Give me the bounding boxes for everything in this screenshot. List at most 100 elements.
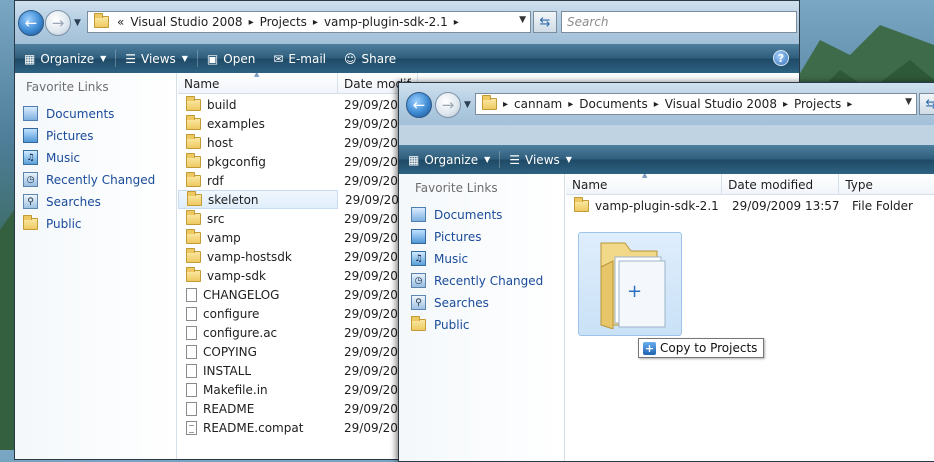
address-segment-projects[interactable]: Projects bbox=[260, 15, 307, 29]
favorite-link-music[interactable]: ♫ Music bbox=[411, 251, 468, 266]
column-header-label: Type bbox=[845, 178, 873, 192]
document-icon bbox=[186, 420, 197, 435]
pictures-icon bbox=[411, 229, 426, 244]
email-label: E-mail bbox=[288, 51, 327, 66]
search-input[interactable]: Search bbox=[561, 11, 797, 33]
file-name-cell: vamp-sdk bbox=[186, 266, 266, 283]
favorite-link-documents[interactable]: Documents bbox=[23, 106, 114, 121]
chevron-right-icon[interactable]: ▸ bbox=[783, 99, 788, 110]
file-row[interactable]: vamp 29/09/2009 bbox=[178, 228, 413, 247]
file-row[interactable]: configure 29/09/2009 bbox=[178, 304, 413, 323]
back-button[interactable]: ← bbox=[18, 10, 44, 36]
file-row[interactable]: README.compat 29/09/2009 bbox=[178, 418, 413, 437]
file-row[interactable]: vamp-sdk 29/09/2009 bbox=[178, 266, 413, 285]
file-name: vamp-plugin-sdk-2.1 bbox=[595, 198, 719, 213]
views-button[interactable]: ☰ Views ▼ bbox=[116, 44, 197, 73]
recent-icon: ◷ bbox=[411, 273, 426, 288]
file-row[interactable]: vamp-plugin-sdk-2.1 29/09/2009 13:57 File … bbox=[566, 196, 934, 215]
chevron-right-icon[interactable]: ▸ bbox=[503, 99, 508, 110]
chevron-right-icon[interactable]: ▸ bbox=[847, 99, 852, 110]
favorite-link-music[interactable]: ♫ Music bbox=[23, 150, 80, 165]
file-type: File Folder bbox=[852, 198, 913, 213]
organize-button[interactable]: ▦ Organize ▼ bbox=[399, 145, 499, 174]
file-row[interactable]: build 29/09/2009 bbox=[178, 95, 413, 114]
help-button[interactable]: ? bbox=[773, 50, 789, 66]
chevron-down-icon[interactable]: ▼ bbox=[905, 97, 912, 107]
address-segment-vamp-sdk[interactable]: vamp-plugin-sdk-2.1 bbox=[324, 15, 448, 29]
open-label: Open bbox=[223, 51, 256, 66]
column-header-date[interactable]: Date modified bbox=[722, 174, 840, 194]
file-row[interactable]: rdf 29/09/2009 bbox=[178, 171, 413, 190]
file-name-cell: README bbox=[186, 401, 254, 416]
chevron-down-icon[interactable]: ▼ bbox=[519, 15, 526, 25]
chevron-right-icon[interactable]: ▸ bbox=[654, 99, 659, 110]
recent-pages-dropdown[interactable]: ▼ bbox=[74, 18, 81, 28]
file-row[interactable]: pkgconfig 29/09/2009 bbox=[178, 152, 413, 171]
public-folder-icon bbox=[411, 315, 426, 332]
address-segment-cannam[interactable]: cannam bbox=[514, 97, 562, 111]
navigation-pane: Favorite Links Documents Pictures ♫ Musi… bbox=[15, 73, 177, 459]
column-header-name[interactable]: ▲ Name bbox=[566, 174, 723, 194]
views-button[interactable]: ☰ Views ▼ bbox=[500, 145, 581, 174]
forward-button[interactable]: → bbox=[45, 10, 71, 36]
file-row[interactable]: host 29/09/2009 bbox=[178, 133, 413, 152]
share-button[interactable]: ☺ Share bbox=[335, 44, 405, 73]
favorite-link-recently-changed[interactable]: ◷ Recently Changed bbox=[411, 273, 543, 288]
searches-icon: ⚲ bbox=[411, 295, 426, 310]
organize-button[interactable]: ▦ Organize ▼ bbox=[15, 44, 115, 73]
favorite-link-label: Public bbox=[46, 216, 82, 231]
address-segment-projects[interactable]: Projects bbox=[794, 97, 841, 111]
address-bar[interactable]: « Visual Studio 2008 ▸ Projects ▸ vamp-p… bbox=[87, 11, 531, 33]
open-button[interactable]: ▣ Open bbox=[198, 44, 264, 73]
file-name: vamp-sdk bbox=[207, 268, 266, 283]
refresh-button[interactable]: ⇆ bbox=[919, 93, 934, 115]
forward-button[interactable]: → bbox=[435, 92, 461, 118]
favorite-link-public[interactable]: Public bbox=[23, 214, 82, 231]
favorite-link-recently-changed[interactable]: ◷ Recently Changed bbox=[23, 172, 155, 187]
organize-label: Organize bbox=[40, 51, 95, 66]
chevron-down-icon: ▼ bbox=[484, 155, 491, 164]
favorite-link-searches[interactable]: ⚲ Searches bbox=[411, 295, 489, 310]
favorite-link-pictures[interactable]: Pictures bbox=[411, 229, 482, 244]
file-row[interactable]: INSTALL 29/09/2009 bbox=[178, 361, 413, 380]
folder-icon bbox=[186, 209, 201, 225]
file-row[interactable]: CHANGELOG 29/09/2009 bbox=[178, 285, 413, 304]
column-header-name[interactable]: ▲ Name bbox=[178, 73, 338, 93]
file-row[interactable]: src 29/09/2009 bbox=[178, 209, 413, 228]
back-button[interactable]: ← bbox=[406, 92, 432, 118]
drag-tooltip: + Copy to Projects bbox=[638, 338, 765, 358]
searches-icon: ⚲ bbox=[23, 194, 38, 209]
column-header-type[interactable]: Type bbox=[839, 174, 934, 194]
file-row[interactable]: configure.ac 29/09/2009 bbox=[178, 323, 413, 342]
chevron-right-icon[interactable]: ▸ bbox=[568, 99, 573, 110]
file-row[interactable]: skeleton 29/09/2009 bbox=[178, 190, 414, 209]
address-segment-visual-studio[interactable]: Visual Studio 2008 bbox=[130, 15, 242, 29]
address-segment-documents[interactable]: Documents bbox=[579, 97, 647, 111]
chevron-right-icon[interactable]: ▸ bbox=[454, 17, 459, 28]
favorite-link-public[interactable]: Public bbox=[411, 315, 470, 332]
file-row[interactable]: COPYING 29/09/2009 bbox=[178, 342, 413, 361]
recent-pages-dropdown[interactable]: ▼ bbox=[464, 100, 471, 110]
favorite-link-label: Searches bbox=[434, 295, 489, 310]
folder-icon bbox=[186, 247, 201, 263]
navigation-pane: Favorite Links Documents Pictures ♫ Musi… bbox=[399, 174, 565, 461]
file-row[interactable]: examples 29/09/2009 bbox=[178, 114, 413, 133]
window-titlebar: ← → ▼ « Visual Studio 2008 ▸ Projects ▸ … bbox=[15, 1, 799, 44]
views-label: Views bbox=[141, 51, 176, 66]
file-row[interactable]: Makefile.in 29/09/2009 bbox=[178, 380, 413, 399]
file-name-cell: build bbox=[186, 95, 237, 112]
favorite-link-searches[interactable]: ⚲ Searches bbox=[23, 194, 101, 209]
file-row[interactable]: README 29/09/2009 bbox=[178, 399, 413, 418]
file-name-cell: README.compat bbox=[186, 420, 303, 435]
share-icon: ☺ bbox=[344, 51, 357, 66]
address-segment-visual-studio[interactable]: Visual Studio 2008 bbox=[665, 97, 777, 111]
favorite-link-pictures[interactable]: Pictures bbox=[23, 128, 94, 143]
email-button[interactable]: ✉ E-mail bbox=[264, 44, 335, 73]
chevron-right-icon[interactable]: ▸ bbox=[313, 17, 318, 28]
file-row[interactable]: vamp-hostsdk 29/09/2009 bbox=[178, 247, 413, 266]
refresh-button[interactable]: ⇆ bbox=[533, 11, 557, 33]
favorite-link-documents[interactable]: Documents bbox=[411, 207, 502, 222]
address-overflow[interactable]: « bbox=[117, 15, 124, 29]
address-bar[interactable]: ▸ cannam ▸ Documents ▸ Visual Studio 200… bbox=[475, 93, 917, 115]
chevron-right-icon[interactable]: ▸ bbox=[249, 17, 254, 28]
